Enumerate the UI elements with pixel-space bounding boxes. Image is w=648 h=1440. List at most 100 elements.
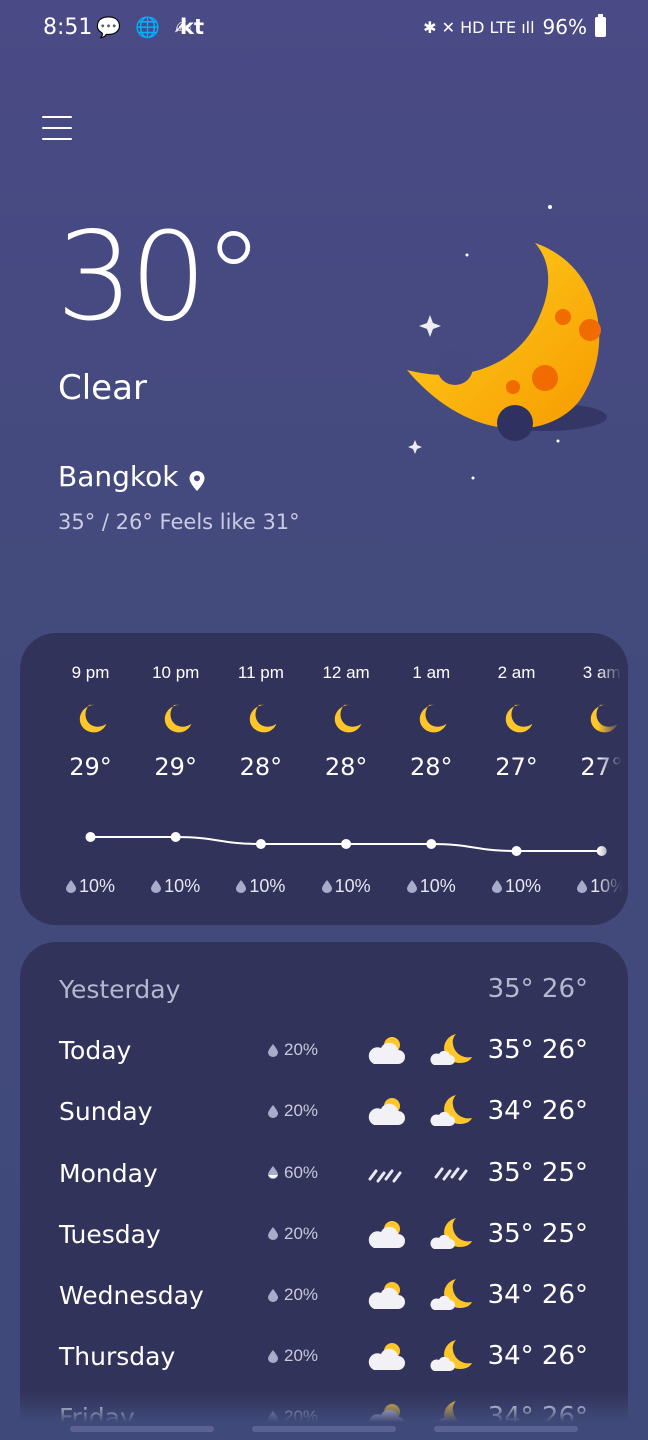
menu-line — [42, 138, 72, 140]
hour-temperature: 29° — [69, 753, 112, 781]
day-high-low: 35° 26° — [487, 1035, 588, 1066]
menu-button[interactable] — [42, 116, 72, 146]
raindrop-icon — [236, 880, 247, 893]
crescent-moon-icon — [389, 699, 474, 739]
rain-icon — [430, 1155, 472, 1191]
nav-recents[interactable] — [70, 1426, 214, 1432]
nav-back[interactable] — [434, 1426, 578, 1432]
daily-row[interactable]: Wednesday 20% 34° 26° — [20, 1271, 628, 1321]
day-name: Wednesday — [59, 1281, 204, 1310]
location[interactable]: Bangkok — [58, 460, 206, 493]
precip-value: 20% — [284, 1285, 319, 1304]
partly-cloudy-day-icon — [364, 1279, 406, 1313]
precip-value: 60% — [284, 1162, 319, 1182]
daily-row[interactable]: Tuesday 20% 35° 25° — [20, 1210, 628, 1260]
precip-value: 10% — [164, 876, 201, 896]
precip-value: 10% — [78, 876, 116, 896]
precip-value: 20% — [284, 1101, 319, 1121]
temperature-point — [341, 839, 352, 849]
hourly-item: 12 am 28° — [304, 663, 389, 781]
raindrop-icon — [268, 1043, 278, 1057]
hour-temperature: 27° — [495, 753, 538, 781]
menu-line — [42, 116, 72, 118]
temperature-point — [426, 839, 437, 849]
day-precipitation: 20% — [268, 1040, 318, 1060]
status-time: 8:51 — [43, 15, 93, 40]
day-precipitation: 20% — [268, 1346, 318, 1366]
daily-row[interactable]: Thursday 20% 34° 26° — [20, 1332, 628, 1382]
hourly-temperature-graph — [85, 832, 607, 856]
raindrop-icon — [268, 1166, 278, 1180]
raindrop-icon — [268, 1288, 278, 1302]
day-high-low: 35° 25° — [487, 1157, 588, 1188]
daily-row-yesterday[interactable]: Yesterday 35° 26° — [20, 965, 628, 1015]
raindrop-icon — [268, 1104, 278, 1118]
hour-temperature: 28° — [324, 753, 368, 781]
battery-percent: 96% — [542, 15, 587, 39]
hour-time: 11 pm — [237, 663, 284, 682]
location-pin-icon — [188, 466, 206, 491]
precip-value: 20% — [284, 1040, 319, 1060]
day-high-low: 35° 26° — [487, 974, 588, 1004]
partly-cloudy-day-icon — [364, 1340, 406, 1374]
temperature-point — [170, 832, 181, 842]
temperature-point — [511, 846, 522, 856]
precip-value: 10% — [249, 876, 286, 896]
precip-value: 10% — [419, 876, 456, 896]
hour-precipitation: 10% — [304, 876, 389, 897]
hour-precipitation: 10% — [133, 876, 218, 897]
partly-cloudy-night-icon — [430, 1216, 472, 1252]
hourly-item: 9 pm 29° — [48, 663, 133, 781]
location-name: Bangkok — [58, 460, 179, 493]
raindrop-icon — [151, 880, 162, 893]
day-name: Yesterday — [59, 975, 181, 1004]
status-right: ✱ ✕ HD LTE ıll 96% — [423, 14, 606, 39]
crescent-moon-illustration — [407, 205, 607, 480]
hourly-item: 10 pm 29° — [133, 663, 218, 781]
partly-cloudy-day-icon — [364, 1095, 406, 1129]
temperature-point — [255, 839, 266, 849]
hourly-item: 1 am 28° — [389, 663, 474, 781]
scroll-fade — [598, 633, 628, 925]
raindrop-icon — [321, 880, 332, 893]
daily-row[interactable]: Today 20% 35° 26° — [20, 1026, 628, 1076]
raindrop-icon — [491, 880, 502, 893]
hourly-forecast-card[interactable]: 9 pm 29° 10 pm 29° 11 pm 28° 12 am 28° 1 am 28° 2 … — [20, 633, 628, 925]
partly-cloudy-day-icon — [364, 1034, 406, 1068]
scroll-fade — [20, 1392, 628, 1422]
hour-precipitation: 10% — [48, 876, 133, 897]
hour-time: 12 am — [322, 663, 370, 682]
crescent-moon-icon — [48, 699, 133, 739]
day-precipitation: 20% — [268, 1224, 318, 1244]
crescent-moon-icon — [304, 699, 389, 739]
raindrop-icon — [65, 880, 76, 893]
menu-line — [42, 127, 72, 129]
raindrop-icon — [577, 880, 588, 893]
daily-forecast-card[interactable]: Yesterday 35° 26° Today 20% 35° 26° Sunday 20%… — [20, 942, 628, 1422]
precip-value: 10% — [504, 876, 542, 896]
crescent-moon-icon — [474, 699, 559, 739]
day-high-low: 34° 26° — [487, 1341, 588, 1372]
current-temperature: 30° — [56, 206, 264, 348]
daily-row[interactable]: Sunday 20% 34° 26° — [20, 1087, 628, 1137]
raindrop-icon — [406, 880, 417, 893]
day-precipitation: 20% — [268, 1101, 318, 1121]
daily-row[interactable]: Monday 60% 35° 25° — [20, 1149, 628, 1199]
day-name: Tuesday — [59, 1219, 161, 1249]
navigation-bar — [0, 1422, 648, 1440]
hour-precipitation: 10% — [218, 876, 303, 897]
day-name: Monday — [59, 1158, 158, 1188]
status-bar: 8:51 💬 🌐 ✍ kt ✱ ✕ HD LTE ıll 96% — [0, 0, 648, 58]
rain-icon — [364, 1157, 406, 1191]
nav-home[interactable] — [252, 1426, 396, 1432]
day-name: Sunday — [59, 1097, 153, 1127]
high-low-feels-like: 35° / 26° Feels like 31° — [58, 510, 300, 534]
crescent-moon-icon — [218, 699, 303, 739]
partly-cloudy-night-icon — [430, 1277, 472, 1313]
crescent-moon-icon — [133, 699, 218, 739]
raindrop-icon — [268, 1349, 278, 1363]
carrier-label: kt — [180, 15, 205, 39]
hour-temperature: 28° — [239, 753, 283, 781]
hourly-item: 2 am 27° — [474, 663, 559, 781]
day-high-low: 34° 26° — [487, 1280, 588, 1310]
